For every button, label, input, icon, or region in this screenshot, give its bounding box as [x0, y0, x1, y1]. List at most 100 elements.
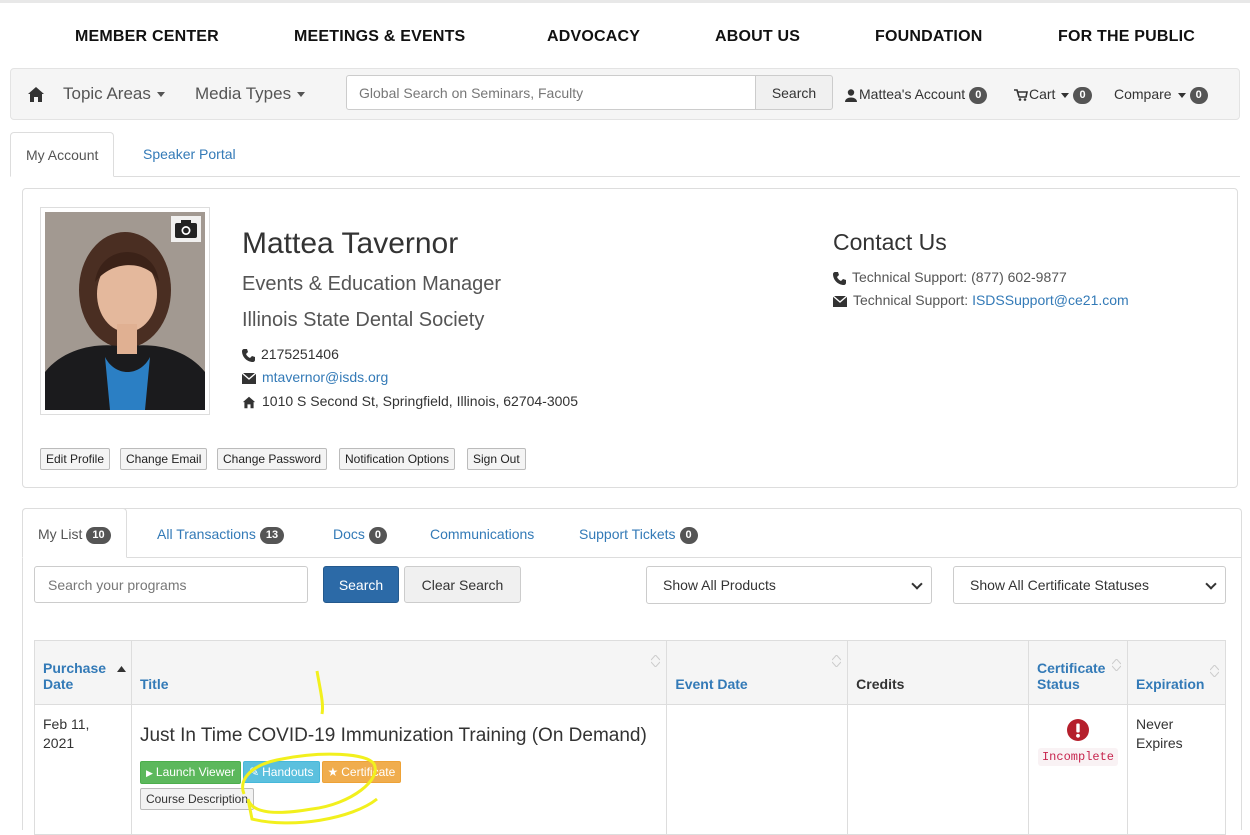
column-title[interactable]: Title	[130, 640, 668, 705]
tab-docs[interactable]: Docs 0	[318, 509, 402, 558]
sort-icon	[1210, 665, 1219, 677]
profile-address: 1010 S Second St, Springfield, Illinois,…	[262, 393, 578, 409]
profile-phone-row: 2175251406	[242, 346, 339, 362]
chevron-down-icon	[911, 578, 923, 590]
nav-for-the-public[interactable]: FOR THE PUBLIC	[1058, 28, 1195, 46]
column-credits: Credits	[847, 640, 1029, 705]
program-search-input[interactable]	[34, 566, 308, 603]
cell-purchase-date: Feb 11, 2021	[34, 704, 132, 835]
tab-label: Communications	[430, 526, 535, 542]
contact-phone: Technical Support: (877) 602-9877	[852, 269, 1067, 285]
header-label: Credits	[856, 676, 905, 692]
cart-label: Cart	[1029, 86, 1056, 102]
column-expiration[interactable]: Expiration	[1126, 640, 1227, 705]
tab-badge: 0	[368, 526, 388, 544]
cart-icon	[1014, 89, 1028, 102]
media-types-dropdown[interactable]: Media Types	[195, 84, 306, 104]
contact-email-link[interactable]: ISDSSupport@ce21.com	[972, 292, 1129, 308]
home-icon[interactable]	[27, 86, 45, 103]
tab-communications[interactable]: Communications	[415, 509, 549, 556]
topic-areas-label: Topic Areas	[63, 84, 151, 103]
chevron-down-icon	[297, 92, 306, 98]
change-password-button[interactable]: Change Password	[217, 448, 328, 470]
account-label: Mattea's Account	[859, 86, 966, 102]
exclamation-circle-icon	[1066, 719, 1089, 741]
chevron-down-icon	[1177, 92, 1186, 98]
notification-options-button[interactable]: Notification Options	[339, 448, 456, 470]
compare-menu[interactable]: Compare 0	[1114, 86, 1208, 104]
cart-badge: 0	[1073, 86, 1092, 104]
cell-title: Just In Time COVID-19 Immunization Train…	[130, 670, 668, 835]
nav-meetings-events[interactable]: MEETINGS & EVENTS	[294, 28, 465, 46]
contact-email-row: Technical Support: ISDSSupport@ce21.com	[833, 292, 1129, 308]
program-search-button[interactable]: Search	[323, 566, 399, 603]
profile-name: Mattea Tavernor	[242, 227, 459, 260]
global-search-input[interactable]	[346, 75, 756, 110]
tab-all-transactions[interactable]: All Transactions 13	[142, 509, 299, 558]
column-event-date[interactable]: Event Date	[666, 640, 849, 705]
camera-button[interactable]	[171, 216, 201, 242]
phone-icon	[833, 271, 846, 285]
profile-organization: Illinois State Dental Society	[242, 309, 485, 331]
topic-areas-dropdown[interactable]: Topic Areas	[63, 84, 165, 104]
nav-about-us[interactable]: ABOUT US	[715, 28, 800, 46]
programs-table: Purchase Date Title Event Date Credits C…	[34, 640, 1227, 835]
cell-credits	[847, 704, 1029, 835]
tab-support-tickets[interactable]: Support Tickets 0	[564, 509, 713, 558]
sort-asc-icon	[117, 666, 126, 672]
toolbar: Topic Areas Media Types Search Mattea's …	[10, 68, 1240, 120]
profile-email-row: mtavernor@isds.org	[242, 369, 388, 385]
nav-foundation[interactable]: FOUNDATION	[875, 28, 982, 46]
chevron-down-icon	[1061, 92, 1070, 98]
sort-icon	[1111, 659, 1121, 671]
tab-badge: 0	[679, 526, 698, 544]
certificate-status-select[interactable]: Show All Certificate Statuses	[953, 566, 1226, 604]
program-title[interactable]: Just In Time COVID-19 Immunization Train…	[140, 725, 658, 747]
user-icon	[845, 89, 857, 102]
profile-panel: Mattea Tavernor Events & Education Manag…	[22, 188, 1238, 488]
tab-label: My List	[38, 526, 83, 542]
column-purchase-date[interactable]: Purchase Date	[34, 640, 132, 705]
products-select[interactable]: Show All Products	[646, 566, 932, 604]
profile-job-title: Events & Education Manager	[242, 273, 502, 295]
cell-expiration: Never Expires	[1126, 704, 1227, 835]
list-tabs: My List 10 All Transactions 13 Docs 0 Commu…	[22, 508, 1241, 558]
phone-icon	[242, 348, 255, 362]
global-search-button[interactable]: Search	[755, 75, 833, 110]
nav-member-center[interactable]: MEMBER CENTER	[75, 28, 219, 46]
table-header-row: Purchase Date Title Event Date Credits C…	[34, 640, 1227, 705]
profile-email-link[interactable]: mtavernor@isds.org	[262, 369, 388, 385]
tab-my-list[interactable]: My List 10	[22, 508, 127, 558]
tab-badge: 10	[86, 526, 111, 544]
contact-heading: Contact Us	[833, 229, 947, 255]
nav-advocacy[interactable]: ADVOCACY	[547, 28, 640, 46]
header-label: Purchase Date	[43, 660, 107, 692]
account-tabs: My Account Speaker Portal	[10, 132, 1240, 177]
tab-badge: 13	[259, 526, 285, 544]
profile-phone: 2175251406	[261, 346, 339, 362]
change-email-button[interactable]: Change Email	[120, 448, 208, 470]
media-types-label: Media Types	[195, 84, 292, 103]
cell-certificate-status: Incomplete	[1028, 704, 1128, 835]
launch-viewer-label: Launch Viewer	[155, 765, 236, 779]
account-menu[interactable]: Mattea's Account 0	[845, 86, 988, 104]
tab-my-account[interactable]: My Account	[10, 132, 115, 177]
cart-menu[interactable]: Cart 0	[1014, 86, 1092, 104]
sort-icon	[651, 655, 661, 667]
header-label: Title	[139, 676, 169, 692]
column-certificate-status[interactable]: Certificate Status	[1028, 640, 1128, 705]
contact-email-label: Technical Support:	[853, 292, 973, 308]
tab-speaker-portal[interactable]: Speaker Portal	[128, 132, 251, 176]
products-select-value: Show All Products	[663, 577, 776, 593]
contact-phone-row: Technical Support: (877) 602-9877	[833, 269, 1067, 285]
launch-viewer-button[interactable]: ▶ Launch Viewer	[139, 761, 242, 784]
tab-label: Support Tickets	[579, 526, 676, 542]
compare-label: Compare	[1114, 86, 1172, 102]
clear-search-button[interactable]: Clear Search	[404, 566, 521, 603]
edit-profile-button[interactable]: Edit Profile	[40, 448, 111, 470]
cell-event-date	[666, 704, 849, 835]
chevron-down-icon	[1205, 578, 1217, 590]
tab-label: Docs	[333, 526, 365, 542]
sign-out-button[interactable]: Sign Out	[467, 448, 526, 470]
compare-badge: 0	[1189, 86, 1208, 104]
